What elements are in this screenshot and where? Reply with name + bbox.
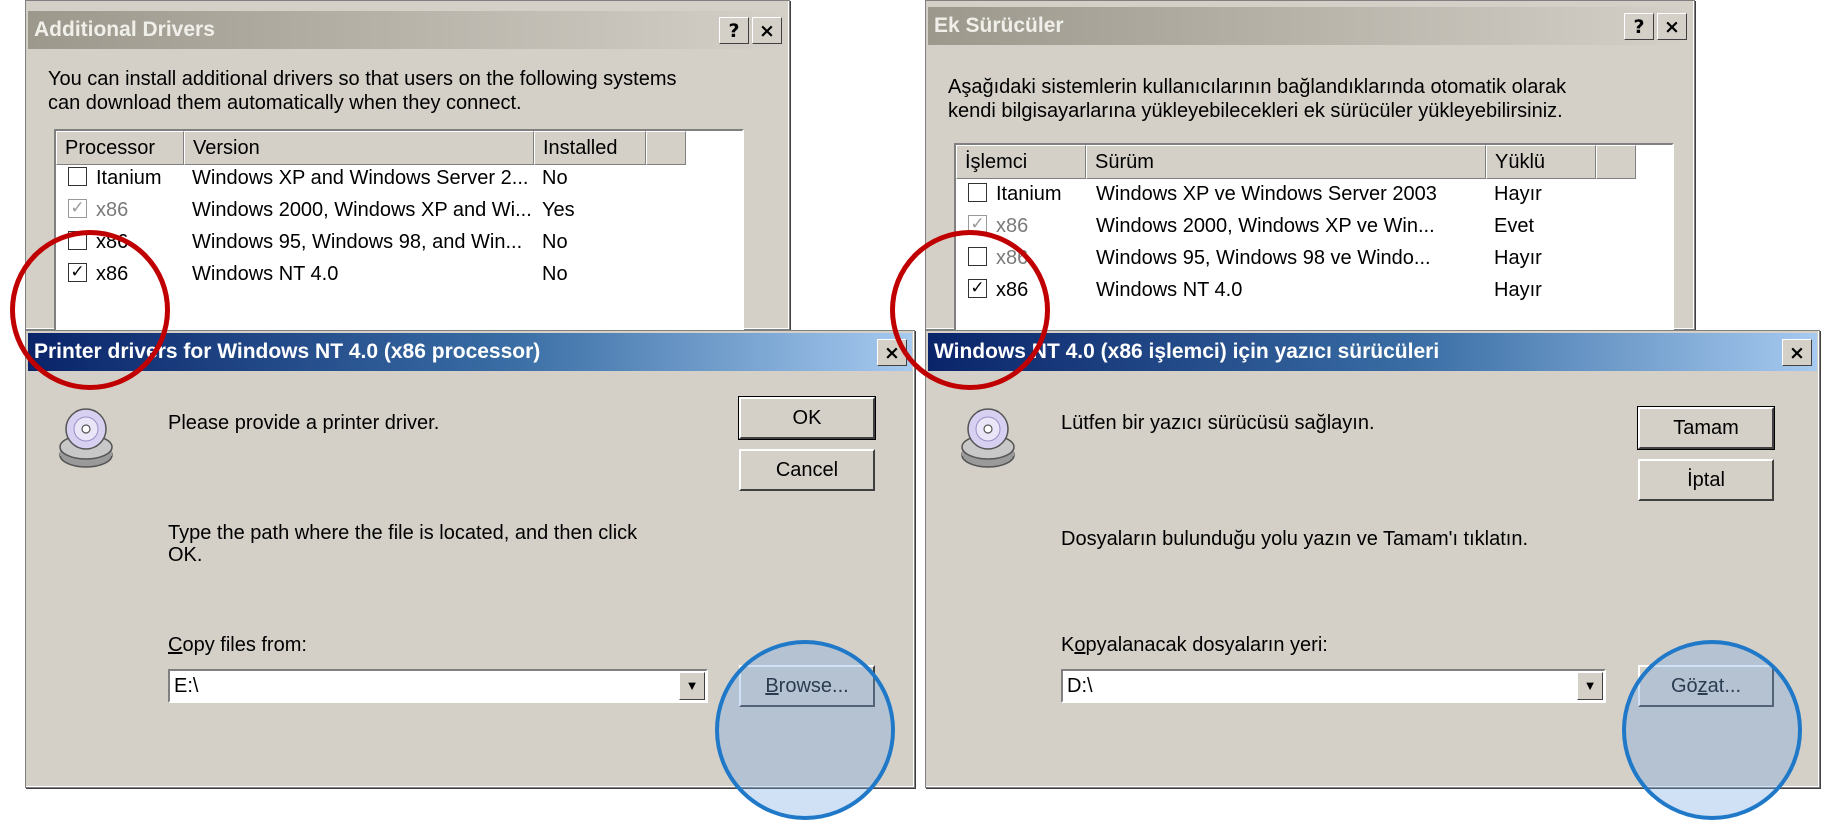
version-cell: Windows 2000, Windows XP and Wi... bbox=[192, 199, 530, 221]
installed-cell: No bbox=[542, 167, 568, 189]
column-header-installed[interactable]: Yüklü bbox=[1486, 145, 1596, 179]
additional-drivers-titlebar: Additional Drivers ? × bbox=[28, 11, 787, 49]
installed-cell: Hayır bbox=[1494, 247, 1542, 269]
highlight-circle-red-left bbox=[10, 230, 170, 390]
copy-files-label: Copy files from: bbox=[168, 631, 307, 659]
version-cell: Windows NT 4.0 bbox=[192, 263, 339, 285]
path-value: E:\ bbox=[174, 675, 199, 697]
instruction-line-1: Type the path where the file is located,… bbox=[168, 522, 638, 544]
version-cell: Windows NT 4.0 bbox=[1096, 279, 1243, 301]
version-cell: Windows XP ve Windows Server 2003 bbox=[1096, 183, 1437, 205]
intro-line-2: kendi bilgisayarlarına yükleyebilecekler… bbox=[948, 100, 1563, 122]
installed-cell: Yes bbox=[542, 199, 575, 221]
ek-suruculer-titlebar: Ek Sürücüler ? × bbox=[928, 7, 1692, 45]
highlight-circle-red-right bbox=[890, 230, 1050, 390]
cd-drive-icon bbox=[961, 408, 1015, 468]
close-button[interactable]: × bbox=[1657, 13, 1687, 40]
copy-files-label: Kopyalanacak dosyaların yeri: bbox=[1061, 631, 1328, 659]
drivers-list[interactable]: İşlemci Sürüm Yüklü Itanium Windows XP v… bbox=[954, 143, 1674, 339]
dialog-title: Additional Drivers bbox=[34, 18, 215, 41]
installed-cell: No bbox=[542, 263, 568, 285]
column-header-version[interactable]: Version bbox=[184, 131, 534, 165]
instruction-line-1: Dosyaların bulunduğu yolu yazın ve Tamam… bbox=[1061, 528, 1529, 550]
checkbox-unchecked[interactable] bbox=[968, 183, 987, 202]
printer-drivers-titlebar: Windows NT 4.0 (x86 işlemci) için yazıcı… bbox=[928, 333, 1817, 371]
column-header-processor[interactable]: İşlemci bbox=[956, 145, 1086, 179]
mnemonic-letter: C bbox=[168, 634, 183, 656]
dropdown-arrow-icon[interactable]: ▼ bbox=[1577, 672, 1603, 700]
help-button[interactable]: ? bbox=[719, 17, 749, 44]
version-cell: Windows XP and Windows Server 2... bbox=[192, 167, 529, 189]
processor-cell: Itanium bbox=[996, 183, 1062, 205]
highlight-circle-blue-right bbox=[1622, 640, 1802, 820]
instruction-line-2: OK. bbox=[168, 544, 203, 566]
highlight-circle-blue-left bbox=[715, 640, 895, 820]
version-cell: Windows 95, Windows 98 ve Windo... bbox=[1096, 247, 1431, 269]
label-text: opy files from: bbox=[182, 634, 307, 656]
column-header-version[interactable]: Sürüm bbox=[1086, 145, 1486, 179]
dropdown-arrow-icon[interactable]: ▼ bbox=[679, 672, 705, 700]
close-button[interactable]: × bbox=[1782, 339, 1812, 366]
version-cell: Windows 95, Windows 98, and Win... bbox=[192, 231, 523, 253]
message-text: Lütfen bir yazıcı sürücüsü sağlayın. bbox=[1061, 412, 1375, 434]
checkbox-unchecked[interactable] bbox=[68, 167, 87, 186]
column-header-filler bbox=[1596, 145, 1636, 179]
path-value: D:\ bbox=[1067, 675, 1093, 697]
checkbox-grey-checked: ✓ bbox=[68, 199, 87, 218]
cancel-button[interactable]: İptal bbox=[1638, 459, 1774, 501]
intro-line-2: can download them automatically when the… bbox=[48, 92, 522, 114]
installed-cell: Hayır bbox=[1494, 183, 1542, 205]
cd-drive-icon bbox=[59, 408, 113, 468]
ok-button[interactable]: Tamam bbox=[1637, 406, 1775, 450]
processor-cell: Itanium bbox=[96, 167, 162, 189]
mnemonic-letter: o bbox=[1074, 634, 1086, 656]
dialog-title: Ek Sürücüler bbox=[934, 14, 1064, 37]
installed-cell: Hayır bbox=[1494, 279, 1542, 301]
label-text-pre: K bbox=[1061, 634, 1075, 656]
installed-cell: No bbox=[542, 231, 568, 253]
help-button[interactable]: ? bbox=[1624, 13, 1654, 40]
column-header-filler bbox=[646, 131, 686, 165]
cancel-button[interactable]: Cancel bbox=[739, 449, 875, 491]
copy-files-from-combobox[interactable]: E:\ ▼ bbox=[168, 669, 708, 703]
ok-button[interactable]: OK bbox=[738, 396, 876, 440]
close-button[interactable]: × bbox=[752, 17, 782, 44]
copy-files-from-combobox[interactable]: D:\ ▼ bbox=[1061, 669, 1606, 703]
message-text: Please provide a printer driver. bbox=[168, 412, 440, 434]
label-text: pyalanacak dosyaların yeri: bbox=[1085, 634, 1328, 656]
processor-cell: x86 bbox=[96, 199, 129, 221]
column-header-installed[interactable]: Installed bbox=[534, 131, 646, 165]
installed-cell: Evet bbox=[1494, 215, 1535, 237]
column-header-processor[interactable]: Processor bbox=[56, 131, 184, 165]
version-cell: Windows 2000, Windows XP ve Win... bbox=[1096, 215, 1435, 237]
